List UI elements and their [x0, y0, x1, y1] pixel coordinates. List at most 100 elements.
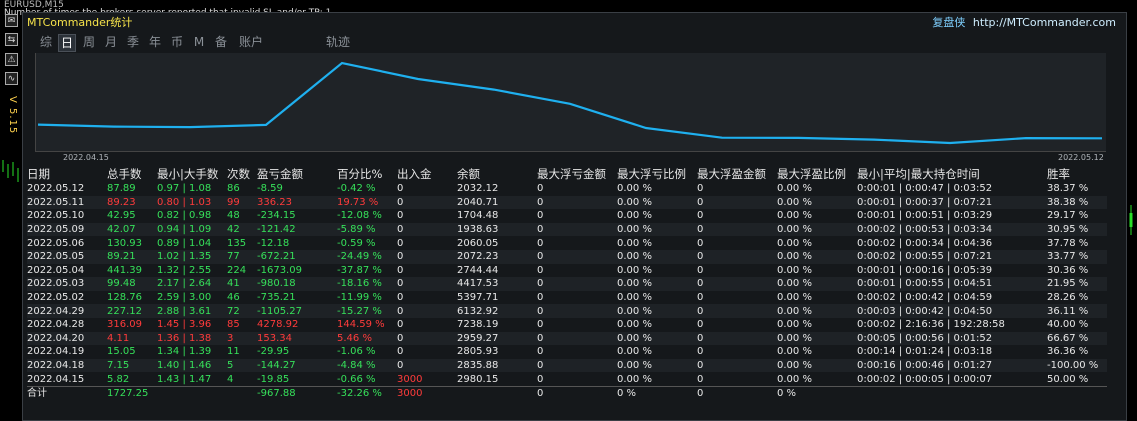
cell-mfp: 0 — [697, 210, 704, 222]
table-row[interactable]: 2022.05.12 87.89 0.97 | 1.08 86 -8.59 -0.42 %… — [27, 182, 1107, 196]
tab-account[interactable]: 账户 — [236, 34, 266, 50]
table-row[interactable]: 2022.04.28 316.09 1.45 | 3.96 85 4278.92 144.… — [27, 318, 1107, 332]
cell-balance: 2835.88 — [457, 358, 537, 373]
col-hold-time[interactable]: 最小|平均|最大持仓时间 — [857, 166, 1047, 182]
cell-mfl: 0 — [537, 346, 544, 358]
cell-pnl: -1673.09 — [257, 264, 302, 276]
cell-count: 3 — [227, 331, 257, 346]
cell-pct: -0.42 % — [337, 183, 376, 195]
cell-count: 48 — [227, 210, 240, 222]
cell-hold: 0:00:02 | 0:00:34 | 0:04:36 — [857, 237, 993, 249]
col-flow[interactable]: 出入金 — [397, 166, 457, 182]
total-label: 合计 — [27, 385, 107, 401]
cell-mfp: 0 — [697, 264, 704, 276]
table-row[interactable]: 2022.05.03 99.48 2.17 | 2.64 41 -980.18 -18.1… — [27, 277, 1107, 291]
cell-mflp: 0.00 % — [617, 346, 652, 358]
brand-name: 复盘侠 — [932, 16, 966, 29]
version-label: V 5.15 — [7, 96, 18, 135]
col-max-float-loss[interactable]: 最大浮亏金额 — [537, 166, 617, 182]
cell-pnl: -735.21 — [257, 292, 296, 304]
cell-win: 36.36 % — [1047, 346, 1089, 358]
table-row[interactable]: 2022.05.04 441.39 1.32 | 2.55 224 -1673.09 -3… — [27, 264, 1107, 278]
cell-mfl: 0 — [537, 249, 617, 264]
tab-year[interactable]: 年 — [146, 34, 164, 50]
cell-pnl: -12.18 — [257, 237, 290, 249]
table-row[interactable]: 2022.05.06 130.93 0.89 | 1.04 135 -12.18 -0.5… — [27, 236, 1107, 250]
cell-lots: 316.09 — [107, 319, 142, 331]
col-lots[interactable]: 总手数 — [107, 166, 157, 182]
cell-date: 2022.05.11 — [27, 195, 107, 210]
cell-mflp: 0.00 % — [617, 183, 652, 195]
col-minmax[interactable]: 最小|大手数 — [157, 166, 227, 182]
table-row[interactable]: 2022.04.20 4.11 1.36 | 1.38 3 153.34 5.46 % 0 2… — [27, 331, 1107, 346]
cell-hold: 0:00:02 | 0:00:55 | 0:07:21 — [857, 249, 1047, 264]
total-pnl: -967.88 — [257, 385, 337, 401]
cell-minmax: 0.82 | 0.98 — [157, 210, 212, 222]
alert-button[interactable]: ⚠ — [5, 53, 18, 66]
cell-mflp: 0.00 % — [617, 304, 697, 318]
table-row[interactable]: 2022.04.18 7.15 1.40 | 1.46 5 -144.27 -4.84 %… — [27, 358, 1107, 373]
cell-win: 50.00 % — [1047, 373, 1089, 385]
cell-mflp: 0.00 % — [617, 222, 697, 237]
col-count[interactable]: 次数 — [227, 166, 257, 182]
brand-url[interactable]: http://MTCommander.com — [973, 16, 1116, 29]
cell-mfp: 0 — [697, 249, 777, 264]
table-row[interactable]: 2022.04.29 227.12 2.88 | 3.61 72 -1105.27 -15… — [27, 304, 1107, 318]
panel-title[interactable]: MTCommander统计 — [27, 14, 132, 30]
cell-pnl: -234.15 — [257, 210, 296, 222]
cell-mflp: 0.00 % — [617, 210, 652, 222]
table-row[interactable]: 2022.05.05 89.21 1.02 | 1.35 77 -672.21 -24.4… — [27, 249, 1107, 264]
cell-lots: 89.21 — [107, 249, 157, 264]
background-candles-left — [2, 160, 19, 182]
cell-mfp: 0 — [697, 358, 777, 373]
col-winrate[interactable]: 胜率 — [1047, 166, 1107, 182]
tab-month[interactable]: 月 — [102, 34, 120, 50]
cell-lots: 441.39 — [107, 264, 142, 276]
cell-mflp: 0.00 % — [617, 358, 697, 373]
mail-button[interactable]: ✉ — [5, 14, 18, 27]
table-row[interactable]: 2022.05.11 89.23 0.80 | 1.03 99 336.23 19.73 … — [27, 195, 1107, 210]
table-row[interactable]: 2022.04.15 5.82 1.43 | 1.47 4 -19.85 -0.66 % 3… — [27, 372, 1107, 386]
col-pnl[interactable]: 盈亏金额 — [257, 166, 337, 182]
col-max-float-loss-pct[interactable]: 最大浮亏比例 — [617, 166, 697, 182]
cell-flow: 0 — [397, 222, 457, 237]
cell-balance: 2980.15 — [457, 373, 499, 385]
col-max-float-profit[interactable]: 最大浮盈金额 — [697, 166, 777, 182]
table-row[interactable]: 2022.05.02 128.76 2.59 | 3.00 46 -735.21 -11.… — [27, 291, 1107, 305]
tab-week[interactable]: 周 — [80, 34, 98, 50]
tab-quarter[interactable]: 季 — [124, 34, 142, 50]
table-row[interactable]: 2022.05.10 42.95 0.82 | 0.98 48 -234.15 -12.0… — [27, 209, 1107, 223]
cell-pnl: 4278.92 — [257, 319, 299, 331]
cell-mfl: 0 — [537, 195, 617, 210]
tab-magic[interactable]: M — [190, 34, 208, 50]
col-pct[interactable]: 百分比% — [337, 166, 397, 182]
cell-mfpp: 0.00 % — [777, 331, 857, 346]
tab-summary[interactable]: 综 — [37, 34, 55, 50]
tab-trajectory[interactable]: 轨迹 — [323, 34, 353, 50]
total-empty — [227, 385, 257, 401]
cell-mflp: 0.00 % — [617, 331, 697, 346]
col-balance[interactable]: 余额 — [457, 166, 537, 182]
cell-mflp: 0.00 % — [617, 264, 652, 276]
cell-flow: 0 — [397, 319, 404, 331]
col-max-float-profit-pct[interactable]: 最大浮盈比例 — [777, 166, 857, 182]
cell-lots: 15.05 — [107, 346, 136, 358]
tab-day[interactable]: 日 — [58, 34, 76, 52]
tab-currency[interactable]: 币 — [168, 34, 186, 50]
switch-button[interactable]: ⇆ — [5, 33, 18, 46]
brand-link[interactable]: 复盘侠 http://MTCommander.com — [932, 14, 1116, 30]
cell-balance: 4417.53 — [457, 277, 537, 291]
cell-mfpp: 0.00 % — [777, 264, 812, 276]
cell-hold: 0:00:02 | 0:00:05 | 0:00:07 — [857, 373, 993, 385]
trend-button[interactable]: ∿ — [5, 72, 18, 85]
cell-mfp: 0 — [697, 277, 777, 291]
cell-balance: 1938.63 — [457, 222, 537, 237]
table-row[interactable]: 2022.05.09 42.07 0.94 | 1.09 42 -121.42 -5.89… — [27, 222, 1107, 237]
cell-pct: -1.06 % — [337, 346, 376, 358]
tab-notes[interactable]: 备 — [212, 34, 230, 50]
table-row[interactable]: 2022.04.19 15.05 1.34 | 1.39 11 -29.95 -1.06 … — [27, 345, 1107, 359]
cell-mfl: 0 — [537, 304, 617, 318]
cell-mfp: 0 — [697, 346, 704, 358]
x-start-label: 2022.04.15 — [63, 153, 109, 162]
col-date[interactable]: 日期 — [27, 166, 107, 182]
